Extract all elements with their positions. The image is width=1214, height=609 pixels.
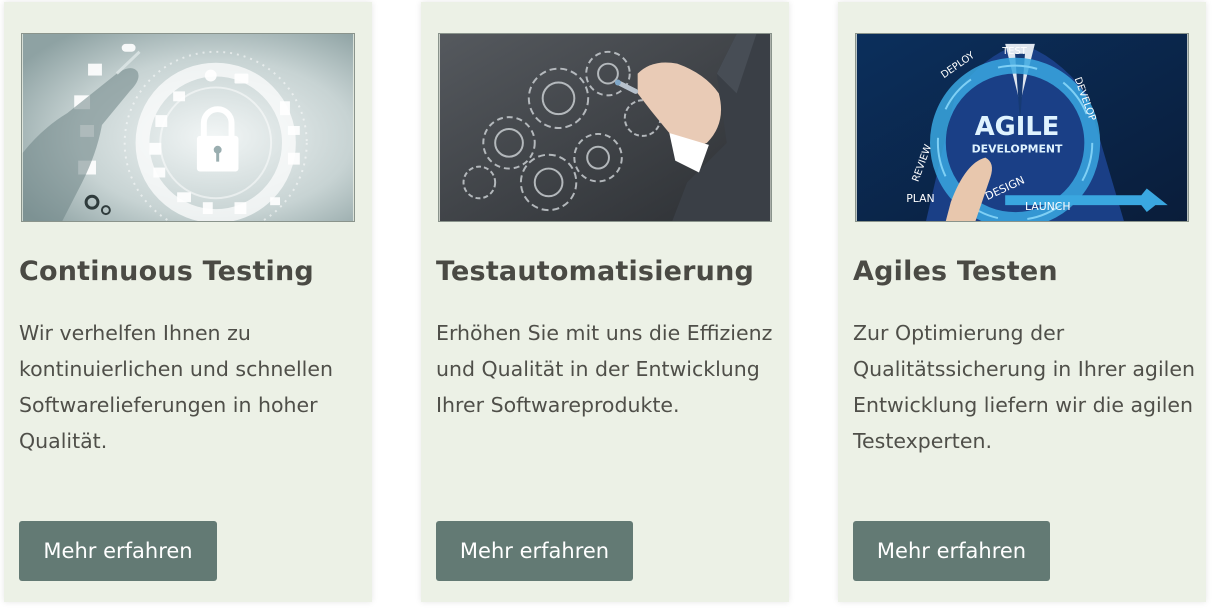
more-info-button[interactable]: Mehr erfahren <box>19 521 217 581</box>
development-label: DEVELOPMENT <box>972 143 1063 156</box>
plan-label: PLAN <box>906 192 934 205</box>
card-title: Testautomatisierung <box>436 256 755 287</box>
card-title: Agiles Testen <box>853 256 1058 287</box>
agile-label: AGILE <box>975 112 1060 142</box>
card-agiles-testen: AGILE DEVELOPMENT TEST DEPLOY DEVELOP RE… <box>838 2 1206 602</box>
gears-illustration <box>439 34 771 221</box>
launch-label: LAUNCH <box>1025 200 1071 213</box>
more-info-button[interactable]: Mehr erfahren <box>436 521 633 581</box>
agile-illustration: AGILE DEVELOPMENT TEST DEPLOY DEVELOP RE… <box>856 34 1188 221</box>
test-label: TEST <box>1001 46 1028 57</box>
security-illustration <box>22 34 354 221</box>
card-continuous-testing: Continuous Testing Wir verhelfen Ihnen z… <box>4 2 372 602</box>
card-testautomatisierung: Testautomatisierung Erhöhen Sie mit uns … <box>421 2 789 602</box>
card-description: Zur Optimierung der Qualitätssicherung i… <box>853 321 1195 453</box>
card-image-agile: AGILE DEVELOPMENT TEST DEPLOY DEVELOP RE… <box>855 33 1189 222</box>
card-description: Wir verhelfen Ihnen zu kontinuierlichen … <box>19 321 333 453</box>
more-info-button[interactable]: Mehr erfahren <box>853 521 1050 581</box>
card-description: Erhöhen Sie mit uns die Effizienz und Qu… <box>436 321 773 417</box>
service-cards: Continuous Testing Wir verhelfen Ihnen z… <box>0 0 1214 609</box>
card-title: Continuous Testing <box>19 256 314 287</box>
card-image-gears <box>438 33 772 222</box>
card-image-security <box>21 33 355 222</box>
